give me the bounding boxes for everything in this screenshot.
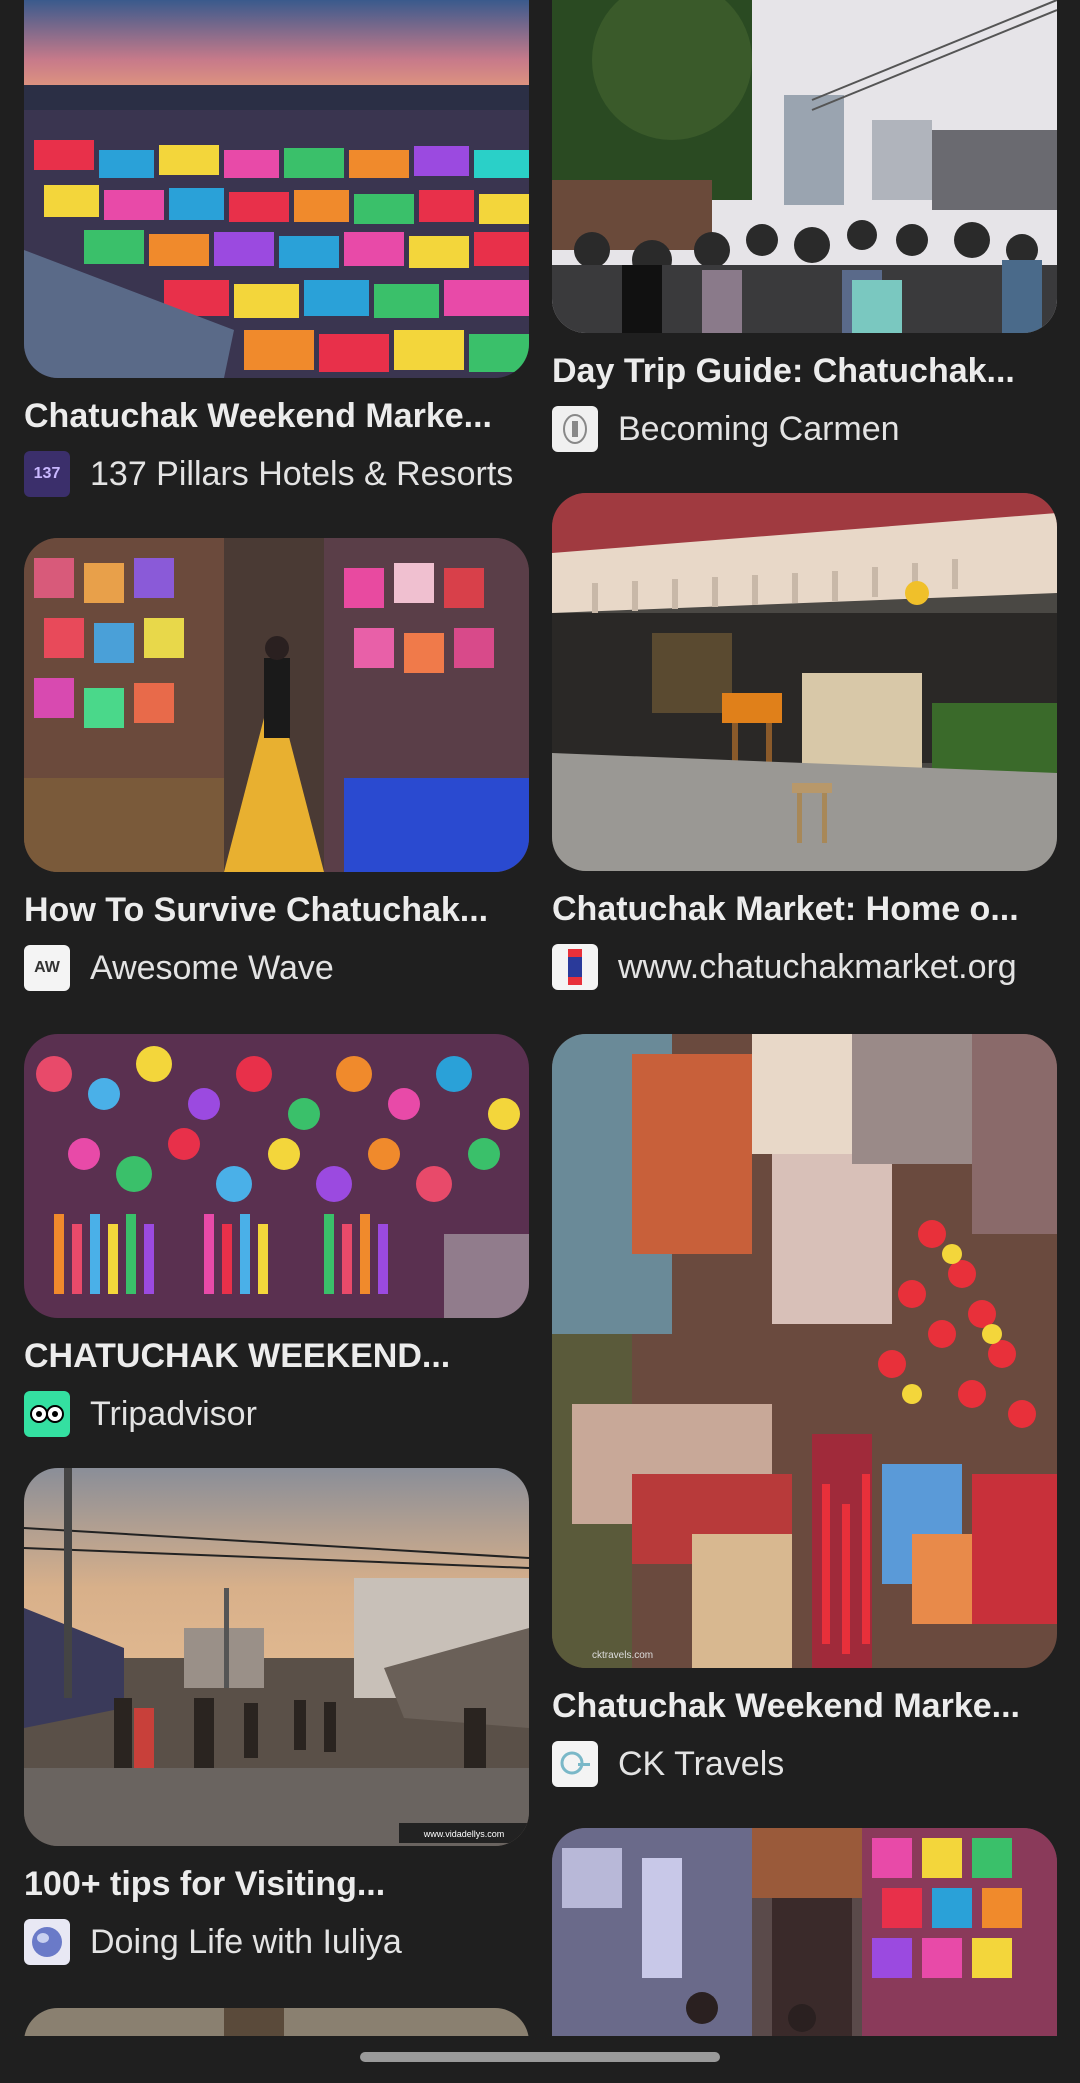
result-source-name: Doing Life with Iuliya bbox=[90, 1922, 402, 1961]
awesome-wave-logo-icon: AW bbox=[24, 945, 70, 991]
result-source[interactable]: www.chatuchakmarket.org bbox=[552, 943, 1057, 991]
result-source-name: CK Travels bbox=[618, 1744, 785, 1783]
result-image-souvenirs[interactable]: cktravels.com bbox=[552, 1034, 1057, 1668]
result-source[interactable]: Tripadvisor bbox=[24, 1390, 529, 1438]
result-card[interactable]: CHATUCHAK WEEKEND... Tripadvisor bbox=[24, 1034, 529, 1438]
result-card[interactable]: www.vidadellys.com 100+ tips for Visitin… bbox=[24, 1468, 529, 1966]
result-image-crowd[interactable] bbox=[552, 0, 1057, 333]
result-title[interactable]: Chatuchak Market: Home o... bbox=[552, 887, 1057, 931]
result-card[interactable]: Day Trip Guide: Chatuchak... Becoming Ca… bbox=[552, 0, 1057, 453]
result-card[interactable]: Chatuchak Weekend Marke... 137 137 Pilla… bbox=[24, 0, 529, 498]
result-source[interactable]: Becoming Carmen bbox=[552, 405, 1057, 453]
result-card[interactable]: Chatuchak Market: Home o... www.chatucha… bbox=[552, 493, 1057, 991]
result-title[interactable]: 100+ tips for Visiting... bbox=[24, 1862, 529, 1906]
result-source-name: Tripadvisor bbox=[90, 1394, 257, 1433]
ck-travels-logo-icon bbox=[552, 1741, 598, 1787]
watermark-text: cktravels.com bbox=[592, 1650, 653, 1661]
becoming-carmen-logo-icon bbox=[552, 406, 598, 452]
result-source[interactable]: 137 137 Pillars Hotels & Resorts bbox=[24, 450, 529, 498]
result-title[interactable]: Chatuchak Weekend Marke... bbox=[552, 1684, 1057, 1728]
globe-logo-icon bbox=[24, 1919, 70, 1965]
result-title[interactable]: Day Trip Guide: Chatuchak... bbox=[552, 349, 1057, 393]
result-source[interactable]: CK Travels bbox=[552, 1740, 1057, 1788]
result-image-market-interior[interactable] bbox=[552, 1828, 1057, 2036]
result-image-market-aisle[interactable] bbox=[24, 538, 529, 872]
result-source-name: 137 Pillars Hotels & Resorts bbox=[90, 454, 514, 493]
result-card[interactable] bbox=[552, 1828, 1057, 2036]
result-source-name: Awesome Wave bbox=[90, 948, 334, 987]
result-source[interactable]: Doing Life with Iuliya bbox=[24, 1918, 529, 1966]
result-title[interactable]: CHATUCHAK WEEKEND... bbox=[24, 1334, 529, 1378]
result-title[interactable]: How To Survive Chatuchak... bbox=[24, 888, 529, 932]
result-source-name: www.chatuchakmarket.org bbox=[618, 947, 1017, 986]
watermark-text: www.vidadellys.com bbox=[423, 1829, 505, 1839]
result-card[interactable]: cktravels.com Chatuchak Weekend Marke...… bbox=[552, 1034, 1057, 1788]
result-image-stall[interactable] bbox=[552, 493, 1057, 871]
result-image-night-market[interactable] bbox=[24, 0, 529, 378]
result-title[interactable]: Chatuchak Weekend Marke... bbox=[24, 394, 529, 438]
result-image-pompoms[interactable] bbox=[24, 1034, 529, 1318]
gesture-home-bar[interactable] bbox=[360, 2052, 720, 2062]
hotel-logo-icon: 137 bbox=[24, 451, 70, 497]
thai-flag-icon bbox=[552, 944, 598, 990]
result-source[interactable]: AW Awesome Wave bbox=[24, 944, 529, 992]
tripadvisor-owl-icon bbox=[24, 1391, 70, 1437]
result-card[interactable]: How To Survive Chatuchak... AW Awesome W… bbox=[24, 538, 529, 992]
result-image-market-street[interactable]: www.vidadellys.com bbox=[24, 1468, 529, 1846]
result-source-name: Becoming Carmen bbox=[618, 409, 900, 448]
